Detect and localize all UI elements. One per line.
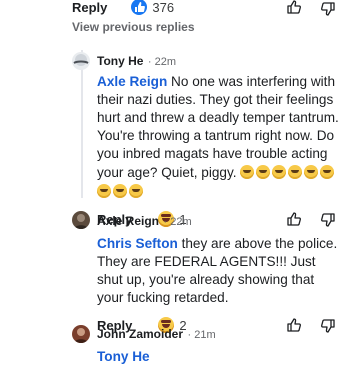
laughing-emoji-icon [272,165,287,179]
view-previous-replies-link[interactable]: View previous replies [72,20,195,34]
laughing-emoji-icon [320,165,335,179]
reaction-count[interactable]: 376 [152,0,174,15]
laughing-emoji-icon [97,184,111,198]
comment-body: Axle Reign No one was interfering with t… [97,73,342,201]
comment-body: Tony He [97,348,342,366]
comment-author[interactable]: John Zamoider [97,327,183,341]
thread-line [81,50,83,198]
laughing-emoji-icon [240,165,255,179]
comment-author[interactable]: Axle Reign [97,214,159,228]
top-action-row: Reply 376 [72,0,342,17]
thumbs-down-icon[interactable] [320,1,336,17]
avatar[interactable] [72,325,90,343]
comment-time: 21m [194,329,216,341]
laughing-emoji-icon [113,184,127,198]
avatar[interactable] [72,52,90,70]
thumbs-up-icon[interactable] [286,0,302,15]
laughing-emoji-icon [129,184,143,198]
comment-axle-reign: Axle Reign · 22m Chris Sefton they are a… [97,212,342,333]
comment-author[interactable]: Tony He [97,54,143,68]
comment-time: 22m [154,56,177,68]
separator-dot: · [147,56,155,68]
laughing-emoji-icon [304,165,319,179]
comment-john-zamoider: John Zamoider · 21m Tony He [97,325,342,366]
avatar[interactable] [72,211,90,229]
laughing-emoji-icon [256,165,271,179]
comment-body: Chris Sefton they are above the police. … [97,235,342,307]
comment-time: 22m [170,216,192,228]
mention-link[interactable]: Chris Sefton [97,236,178,251]
like-reaction-icon [131,0,148,15]
mention-link[interactable]: Axle Reign [97,74,167,89]
laughing-emoji-icon [288,165,303,179]
mention-link[interactable]: Tony He [97,349,150,364]
reply-button[interactable]: Reply [72,0,107,15]
comment-tony-he: Tony He · 22m Axle Reign No one was inte… [97,52,342,227]
